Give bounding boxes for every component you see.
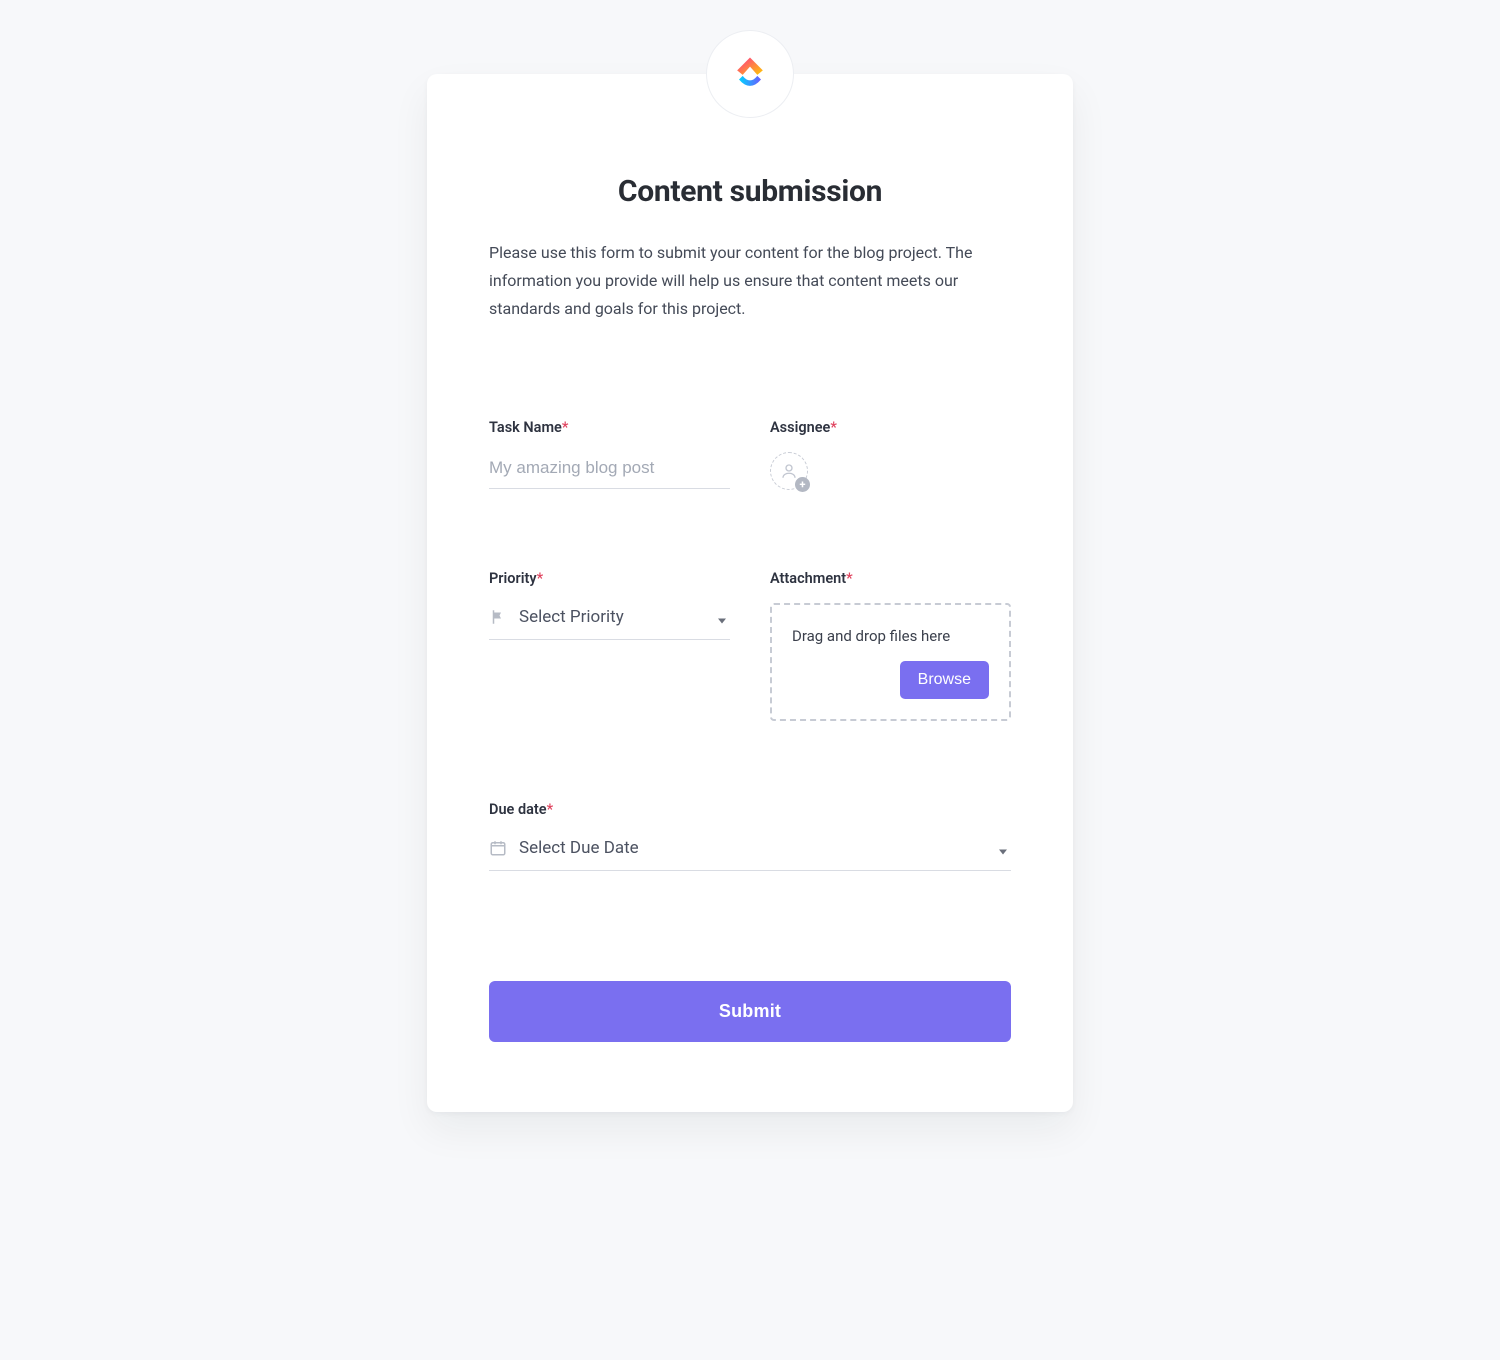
priority-select[interactable]: Select Priority xyxy=(489,603,730,640)
required-marker: * xyxy=(537,570,544,587)
required-marker: * xyxy=(562,419,569,436)
submit-button[interactable]: Submit xyxy=(489,981,1011,1042)
page-title: Content submission xyxy=(489,174,1011,209)
browse-button[interactable]: Browse xyxy=(900,661,989,699)
priority-label: Priority* xyxy=(489,570,730,587)
attachment-dropzone[interactable]: Drag and drop files here Browse xyxy=(770,603,1011,721)
calendar-icon xyxy=(489,839,507,857)
app-logo xyxy=(706,30,794,118)
priority-placeholder: Select Priority xyxy=(519,607,624,627)
attachment-label: Attachment* xyxy=(770,570,1011,587)
task-name-input[interactable] xyxy=(489,452,730,489)
due-date-label: Due date* xyxy=(489,801,1011,818)
clickup-logo-icon xyxy=(728,52,772,96)
form-card: Content submission Please use this form … xyxy=(427,74,1073,1112)
flag-icon xyxy=(489,608,507,626)
required-marker: * xyxy=(547,801,554,818)
person-icon xyxy=(780,462,798,480)
due-date-placeholder: Select Due Date xyxy=(519,838,639,858)
plus-icon: + xyxy=(795,477,810,492)
chevron-down-icon xyxy=(999,850,1007,855)
task-name-label: Task Name* xyxy=(489,419,730,436)
dropzone-text: Drag and drop files here xyxy=(792,627,989,645)
due-date-select[interactable]: Select Due Date xyxy=(489,834,1011,871)
required-marker: * xyxy=(830,419,837,436)
add-assignee-button[interactable]: + xyxy=(770,452,808,490)
page-description: Please use this form to submit your cont… xyxy=(489,239,1011,323)
chevron-down-icon xyxy=(718,619,726,624)
assignee-label: Assignee* xyxy=(770,419,1011,436)
required-marker: * xyxy=(846,570,853,587)
